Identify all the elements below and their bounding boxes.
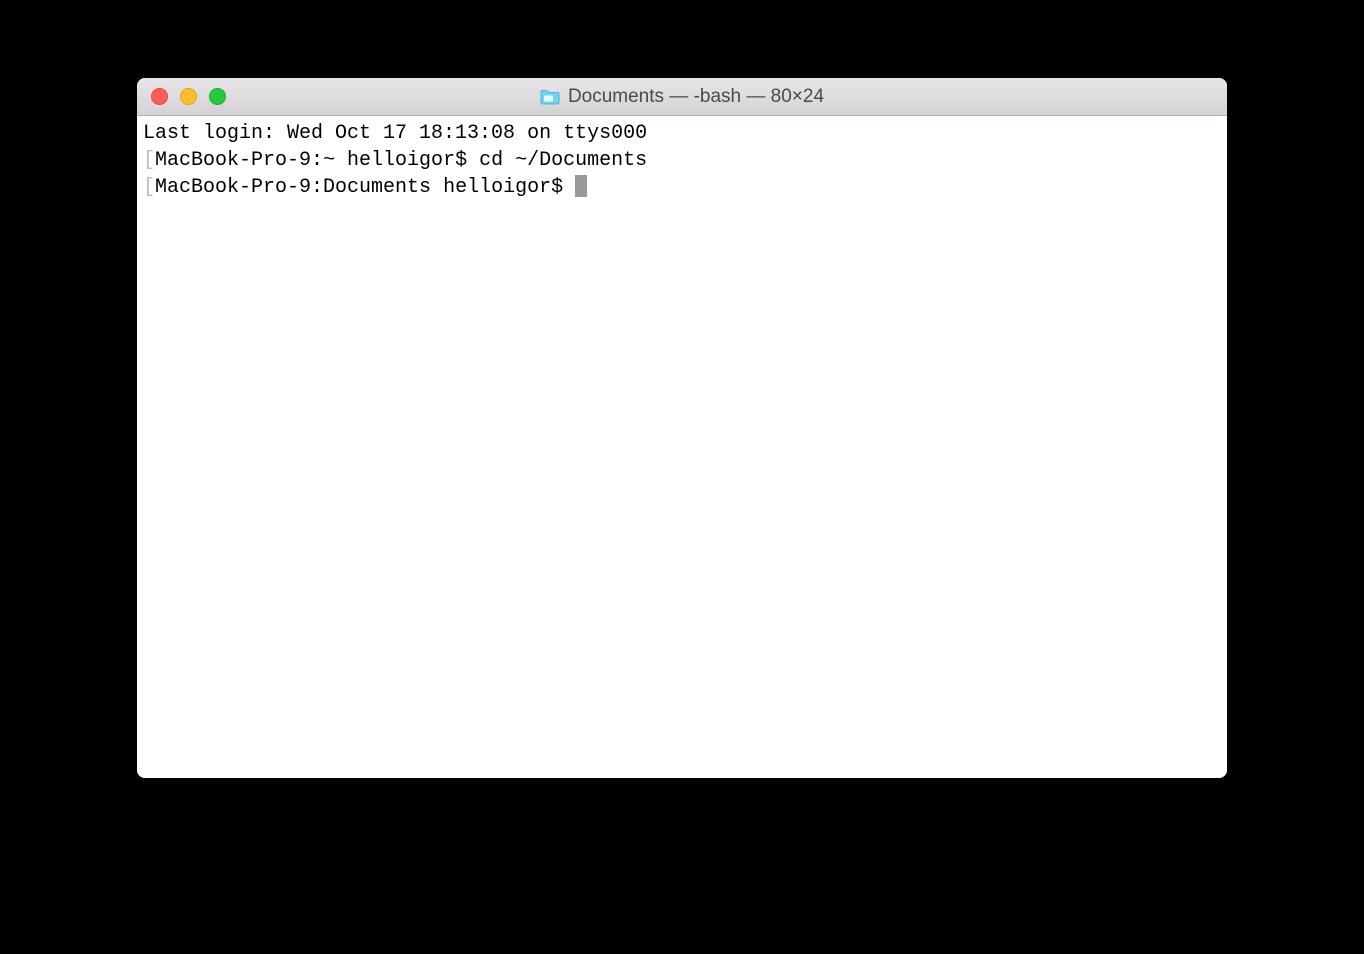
traffic-lights xyxy=(137,88,226,105)
command-line-1: [MacBook-Pro-9:~ helloigor$ cd ~/Documen… xyxy=(143,147,1221,174)
window-title: Documents — -bash — 80×24 xyxy=(568,86,824,108)
current-prompt-line: [MacBook-Pro-9:Documents helloigor$ xyxy=(143,174,1221,201)
terminal-window: Documents — -bash — 80×24 Last login: We… xyxy=(137,78,1227,778)
prompt-1: MacBook-Pro-9:~ helloigor$ xyxy=(155,149,479,172)
last-login-line: Last login: Wed Oct 17 18:13:08 on ttys0… xyxy=(143,120,1221,147)
window-title-content: Documents — -bash — 80×24 xyxy=(540,86,824,108)
close-button[interactable] xyxy=(151,88,168,105)
terminal-content[interactable]: Last login: Wed Oct 17 18:13:08 on ttys0… xyxy=(137,116,1227,778)
minimize-button[interactable] xyxy=(180,88,197,105)
prompt-2: MacBook-Pro-9:Documents helloigor$ xyxy=(155,176,575,199)
zoom-button[interactable] xyxy=(209,88,226,105)
folder-icon xyxy=(540,89,560,105)
cursor xyxy=(575,175,587,197)
window-titlebar[interactable]: Documents — -bash — 80×24 xyxy=(137,78,1227,116)
command-1: cd ~/Documents xyxy=(479,149,647,172)
